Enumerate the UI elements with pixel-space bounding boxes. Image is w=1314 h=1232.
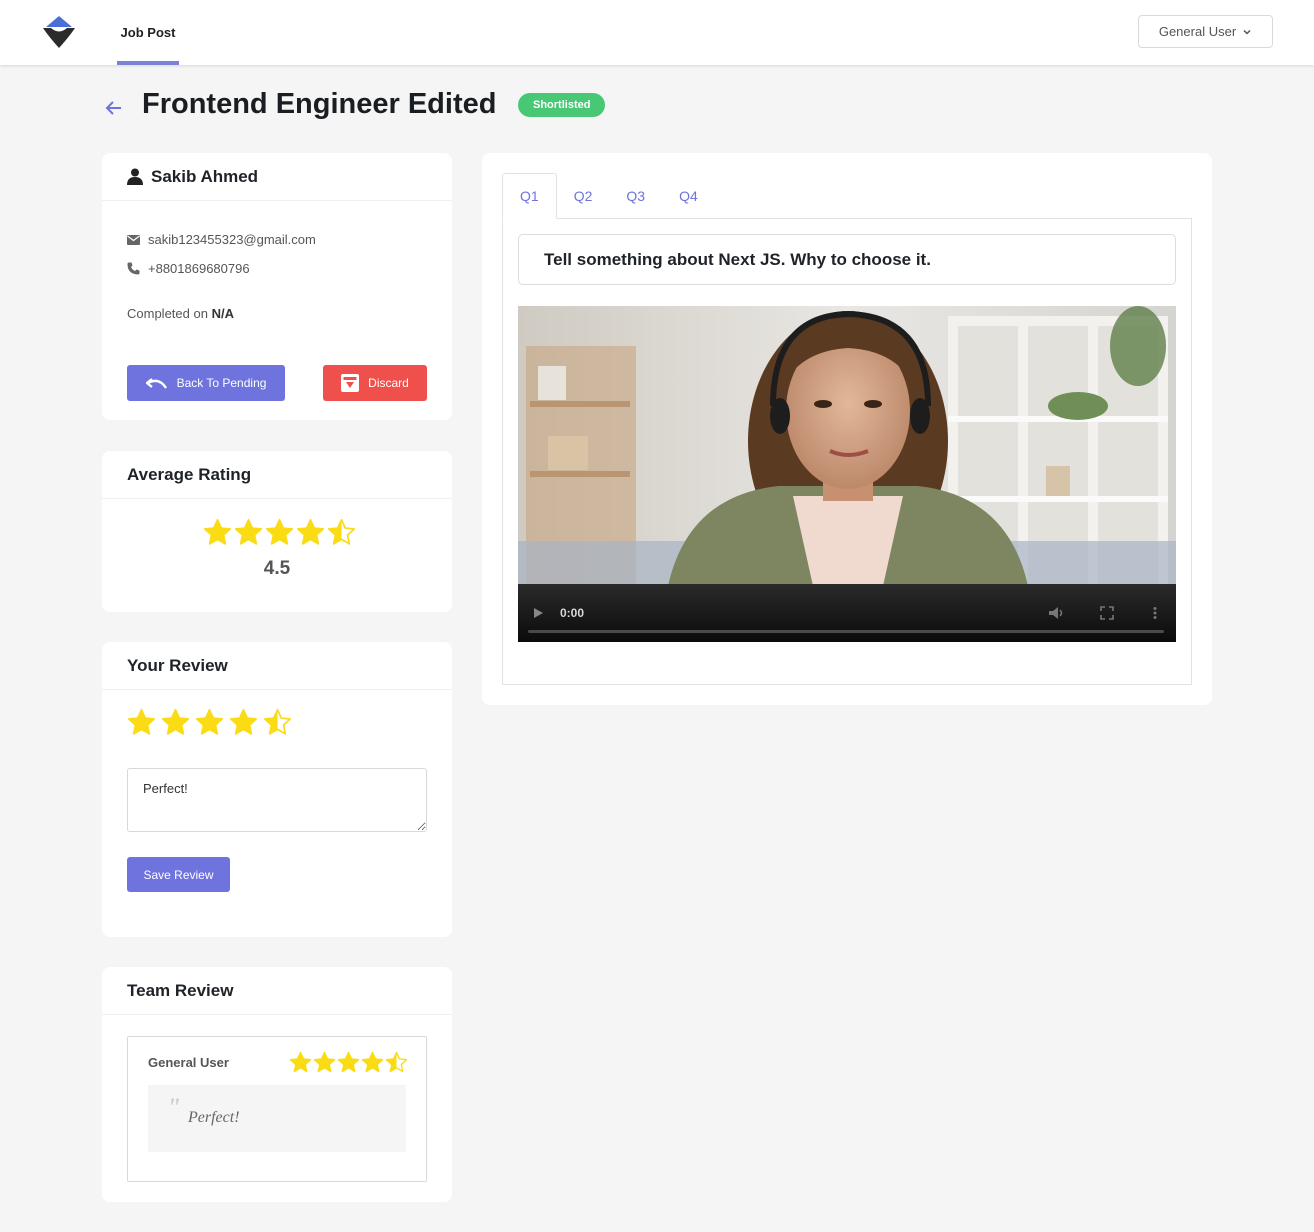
star-half-icon <box>327 518 356 545</box>
candidate-phone: +8801869680796 <box>148 261 250 276</box>
status-badge: Shortlisted <box>518 93 606 117</box>
reviewer-stars <box>289 1051 408 1074</box>
question-tab-pane: Tell something about Next JS. Why to cho… <box>502 218 1192 685</box>
star-full-icon <box>234 518 263 545</box>
answer-video-player[interactable]: 0:00 <box>518 306 1176 642</box>
team-review-title: Team Review <box>102 967 452 1015</box>
envelope-icon <box>127 234 140 245</box>
email-row: sakib123455323@gmail.com <box>127 232 316 247</box>
your-review-star-rating[interactable] <box>127 708 292 737</box>
video-frame <box>518 306 1176 586</box>
candidate-name: Sakib Ahmed <box>151 166 259 186</box>
nav-job-post-label: Job Post <box>120 25 176 40</box>
star-full-icon[interactable] <box>229 708 258 737</box>
nav-active-indicator <box>117 61 179 65</box>
save-review-button[interactable]: Save Review <box>127 857 230 892</box>
volume-icon[interactable] <box>1048 606 1066 620</box>
undo-icon <box>145 378 167 389</box>
average-rating-title: Average Rating <box>102 451 452 499</box>
team-review-item: General User " Perfect! <box>127 1036 427 1182</box>
top-navbar: Job Post General User <box>0 0 1314 65</box>
phone-icon <box>127 262 140 275</box>
candidate-profile-card: Sakib Ahmed sakib123455323@gmail.com +88… <box>102 153 452 420</box>
discard-button[interactable]: Discard <box>323 365 427 401</box>
more-options-icon[interactable] <box>1152 606 1158 620</box>
average-rating-stars <box>203 518 356 547</box>
candidate-email: sakib123455323@gmail.com <box>148 232 316 247</box>
archive-icon <box>341 374 360 392</box>
star-full-icon <box>265 518 294 545</box>
completed-label: Completed on <box>127 306 208 321</box>
reviewer-name: General User <box>148 1055 229 1070</box>
user-menu-label: General User <box>1158 24 1237 39</box>
phone-row: +8801869680796 <box>127 261 250 276</box>
star-full-icon[interactable] <box>161 708 190 737</box>
page-title: Frontend Engineer Edited <box>142 88 497 120</box>
star-full-icon <box>361 1051 384 1073</box>
video-controls: 0:00 <box>518 584 1176 642</box>
company-logo-icon[interactable] <box>41 15 77 51</box>
average-rating-value: 4.5 <box>263 558 291 579</box>
review-comment: Perfect! <box>188 1109 240 1126</box>
questions-panel: Q1 Q2 Q3 Q4 Tell something about Next JS… <box>482 153 1212 705</box>
star-full-icon <box>289 1051 312 1073</box>
star-full-icon <box>337 1051 360 1073</box>
your-review-title: Your Review <box>102 642 452 690</box>
fullscreen-icon[interactable] <box>1100 606 1114 620</box>
review-textarea[interactable] <box>127 768 427 832</box>
back-to-pending-label: Back To Pending <box>176 376 267 390</box>
nav-job-post[interactable]: Job Post <box>117 0 179 65</box>
discard-label: Discard <box>368 376 409 390</box>
user-icon <box>127 168 143 185</box>
tab-q2[interactable]: Q2 <box>557 173 610 219</box>
back-to-pending-button[interactable]: Back To Pending <box>127 365 285 401</box>
play-icon[interactable] <box>532 607 544 619</box>
user-menu-dropdown[interactable]: General User <box>1138 15 1273 48</box>
star-full-icon[interactable] <box>127 708 156 737</box>
star-full-icon <box>313 1051 336 1073</box>
star-half-icon[interactable] <box>263 708 292 737</box>
completed-info: Completed on N/A <box>127 306 234 321</box>
team-review-card: Team Review General User " Perfect! <box>102 967 452 1202</box>
completed-value: N/A <box>211 306 234 321</box>
tab-q4[interactable]: Q4 <box>662 173 715 219</box>
star-full-icon <box>296 518 325 545</box>
video-progress-bar[interactable] <box>528 630 1164 633</box>
chevron-down-icon <box>1243 29 1251 35</box>
question-tabs: Q1 Q2 Q3 Q4 <box>502 173 715 219</box>
star-half-icon <box>385 1051 408 1073</box>
question-text: Tell something about Next JS. Why to cho… <box>518 234 1176 285</box>
average-rating-card: Average Rating 4.5 <box>102 451 452 612</box>
your-review-card: Your Review Save Review <box>102 642 452 937</box>
quote-mark-icon: " <box>168 1093 179 1122</box>
video-time: 0:00 <box>560 606 585 620</box>
tab-q1[interactable]: Q1 <box>502 173 557 219</box>
back-arrow-icon[interactable] <box>102 96 126 120</box>
candidate-header: Sakib Ahmed <box>102 153 452 201</box>
review-quote: " Perfect! <box>148 1085 406 1152</box>
star-full-icon <box>203 518 232 545</box>
star-full-icon[interactable] <box>195 708 224 737</box>
tab-q3[interactable]: Q3 <box>609 173 662 219</box>
